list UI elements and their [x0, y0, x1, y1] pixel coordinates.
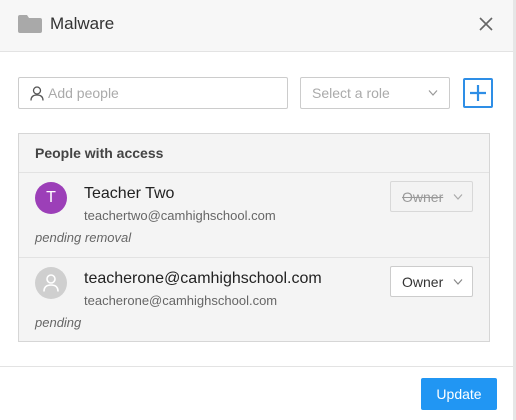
role-label: Owner	[402, 274, 444, 290]
entry-name: Teacher Two	[84, 185, 175, 202]
role-dropdown: Owner	[390, 181, 473, 212]
dialog-header: Malware	[0, 0, 513, 52]
person-icon	[43, 274, 59, 292]
role-select[interactable]: Select a role	[300, 77, 450, 109]
dialog-title: Malware	[50, 14, 115, 33]
entry-status: pending	[35, 315, 82, 330]
avatar: T	[35, 182, 67, 214]
folder-icon	[18, 15, 42, 33]
entry-email: teacherone@camhighschool.com	[84, 293, 278, 308]
share-dialog: Malware Select a role People with access…	[0, 0, 516, 420]
role-label: Owner	[402, 189, 444, 205]
avatar	[35, 267, 67, 299]
role-dropdown[interactable]: Owner	[390, 266, 473, 297]
chevron-down-icon	[453, 194, 463, 200]
panel-title: People with access	[35, 145, 164, 161]
chevron-down-icon	[453, 279, 463, 285]
entry-status: pending removal	[35, 230, 132, 245]
plus-icon	[470, 85, 486, 101]
chevron-down-icon	[428, 90, 438, 96]
add-people-input[interactable]	[48, 78, 283, 108]
access-entry: T Teacher Two teachertwo@camhighschool.c…	[19, 173, 489, 257]
close-icon[interactable]	[476, 14, 496, 34]
add-person-button[interactable]	[463, 78, 493, 108]
footer-divider	[0, 366, 513, 367]
people-with-access-panel: People with access T Teacher Two teacher…	[18, 133, 490, 342]
person-icon	[30, 86, 44, 101]
add-people-field[interactable]	[18, 77, 288, 109]
update-button[interactable]: Update	[421, 378, 497, 410]
role-select-placeholder: Select a role	[312, 85, 390, 101]
entry-email: teachertwo@camhighschool.com	[84, 208, 276, 223]
entry-name: teacherone@camhighschool.com	[84, 270, 322, 287]
access-entry: teacherone@camhighschool.com teacherone@…	[19, 258, 489, 342]
